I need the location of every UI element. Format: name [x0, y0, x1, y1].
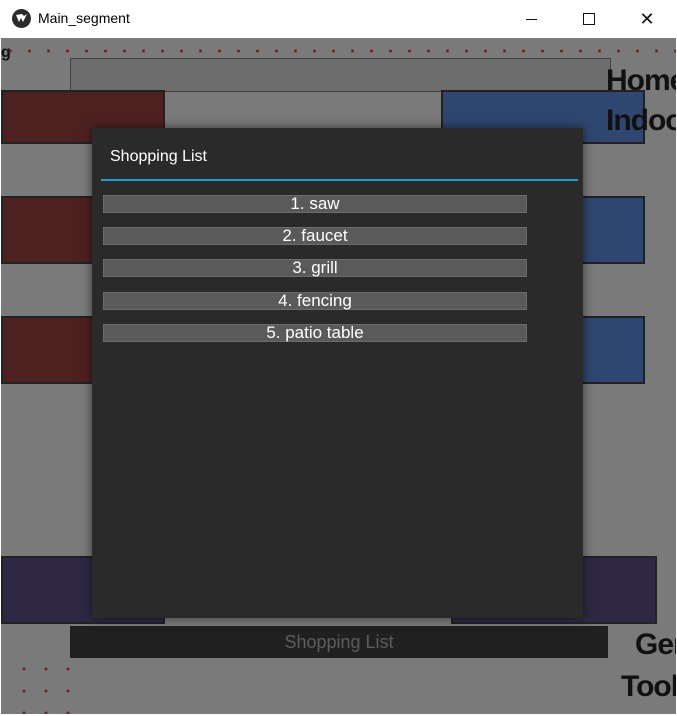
- shopping-list-button[interactable]: Shopping List: [70, 626, 608, 658]
- minimize-icon: [525, 18, 537, 20]
- background-label: Tools: [621, 670, 676, 703]
- shopping-list-popup: Shopping List 1. saw 2. faucet 3. grill …: [92, 128, 583, 618]
- background-label: Gen: [635, 628, 676, 661]
- background-label: Indoor: [606, 104, 676, 137]
- background-dot-row: [1, 48, 676, 54]
- close-button[interactable]: ✕: [618, 0, 676, 38]
- maximize-button[interactable]: [560, 0, 618, 38]
- background-top-input[interactable]: [70, 58, 611, 92]
- maximize-icon: [583, 13, 595, 25]
- minimize-button[interactable]: [502, 0, 560, 38]
- list-item-3[interactable]: 3. grill: [103, 259, 527, 277]
- list-item-1[interactable]: 1. saw: [103, 195, 527, 213]
- window-titlebar: Main_segment ✕: [0, 0, 677, 38]
- kivy-logo-icon: [12, 9, 31, 28]
- background-label: Home I: [606, 64, 676, 97]
- popup-title-separator: [101, 179, 578, 181]
- window-title: Main_segment: [38, 10, 130, 26]
- list-item-4[interactable]: 4. fencing: [103, 292, 527, 310]
- popup-title: Shopping List: [110, 148, 207, 165]
- close-icon: ✕: [639, 8, 655, 30]
- background-dot-cluster: [13, 658, 83, 714]
- list-item-5[interactable]: 5. patio table: [103, 324, 527, 342]
- list-item-2[interactable]: 2. faucet: [103, 227, 527, 245]
